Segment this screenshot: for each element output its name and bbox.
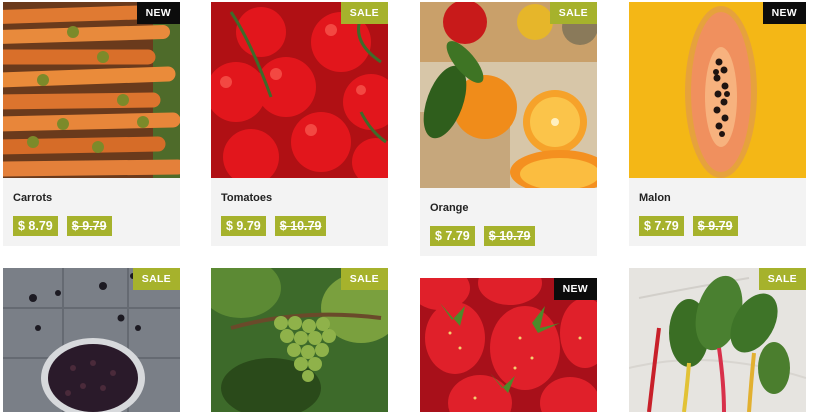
old-price: $ 10.79 [274,216,327,236]
product-name[interactable]: Orange [430,202,469,214]
new-badge: NEW [136,2,180,24]
sale-badge: SALE [549,2,597,24]
price-row: $ 7.79 $ 9.79 [639,216,738,236]
product-card-malon[interactable]: NEW Malon $ 7.79 $ 9.79 [629,2,806,246]
product-name[interactable]: Tomatoes [221,192,272,204]
product-card-orange[interactable]: SALE Orange $ 7.79 $ 10.79 [420,2,597,256]
current-price: $ 9.79 [221,216,266,236]
old-price: $ 9.79 [692,216,738,236]
product-image-orange[interactable] [420,2,597,188]
product-image-malon[interactable] [629,2,806,178]
product-card-strawberries[interactable]: NEW [420,278,597,412]
product-image-tomatoes[interactable] [211,2,388,178]
new-badge: NEW [553,278,597,300]
product-card-carrots[interactable]: NEW Carrots $ 8.79 $ 9.79 [3,2,180,246]
orange-image [420,2,597,188]
old-price: $ 9.79 [66,216,112,236]
product-name[interactable]: Malon [639,192,671,204]
price-row: $ 9.79 $ 10.79 [221,216,327,236]
carrots-image [3,2,180,178]
current-price: $ 8.79 [13,216,58,236]
papaya-image [629,2,806,178]
price-row: $ 7.79 $ 10.79 [430,226,536,246]
sale-badge: SALE [132,268,180,290]
product-image-carrots[interactable] [3,2,180,178]
product-name[interactable]: Carrots [13,192,52,204]
product-card-tomatoes[interactable]: SALE Tomatoes $ 9.79 $ 10.79 [211,2,388,246]
product-card-grapes[interactable]: SALE [211,268,388,412]
old-price: $ 10.79 [483,226,536,246]
sale-badge: SALE [758,268,806,290]
new-badge: NEW [762,2,806,24]
product-card-berries[interactable]: SALE [3,268,180,412]
current-price: $ 7.79 [639,216,684,236]
sale-badge: SALE [340,268,388,290]
current-price: $ 7.79 [430,226,475,246]
tomatoes-image [211,2,388,178]
sale-badge: SALE [340,2,388,24]
product-card-chard[interactable]: SALE [629,268,806,412]
price-row: $ 8.79 $ 9.79 [13,216,112,236]
